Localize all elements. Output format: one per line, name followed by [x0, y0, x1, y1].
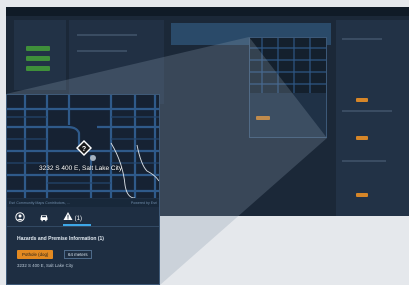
status-bar — [26, 46, 50, 51]
map-view[interactable]: ? 3232 S 400 E, Salt Lake City — [7, 95, 159, 198]
row-line — [342, 38, 382, 40]
tab-person[interactable] — [15, 211, 29, 224]
mini-map — [250, 38, 326, 93]
attribution-text: Esri Community Maps Contributors, ... — [9, 201, 70, 205]
right-panel — [336, 20, 409, 216]
hazard-address: 3232 S 400 E, Salt Lake City — [17, 263, 74, 268]
row-line — [77, 50, 127, 52]
section-title: Hazards and Premise Information (1) — [17, 236, 104, 242]
row-line — [342, 110, 392, 112]
map-address-label: 3232 S 400 E, Salt Lake City — [39, 165, 123, 172]
location-dot-icon — [90, 155, 96, 161]
tab-hazards[interactable]: (1) — [63, 211, 91, 226]
hazard-marker-icon[interactable]: ? — [76, 140, 92, 156]
svg-text:?: ? — [82, 146, 86, 153]
map-attribution: Esri Community Maps Contributors, ... Po… — [7, 199, 159, 207]
distance-badge: 64 meters — [64, 250, 92, 259]
popup-tabs: (1) — [7, 209, 159, 227]
hazard-chip — [356, 193, 368, 197]
row-line — [342, 160, 386, 162]
hazard-chip — [256, 116, 270, 120]
hazard-icon — [63, 212, 73, 220]
hazard-chip — [356, 136, 368, 140]
top-bar — [6, 7, 409, 16]
feature-popup: ? 3232 S 400 E, Salt Lake City Esri Comm… — [6, 94, 160, 285]
mini-popup — [249, 37, 327, 138]
tab-vehicle[interactable] — [39, 211, 53, 224]
car-icon — [40, 215, 48, 222]
hazard-chip — [356, 98, 368, 102]
powered-by-link[interactable]: Powered by Esri — [131, 199, 157, 207]
left-panel — [14, 20, 66, 90]
status-bar — [26, 66, 50, 71]
second-panel — [69, 20, 164, 104]
hazard-count: (1) — [74, 216, 83, 222]
person-icon — [15, 212, 25, 222]
hazard-type-badge: Pothole (dog) — [17, 250, 54, 259]
row-line — [77, 34, 137, 36]
status-bar — [26, 56, 50, 61]
